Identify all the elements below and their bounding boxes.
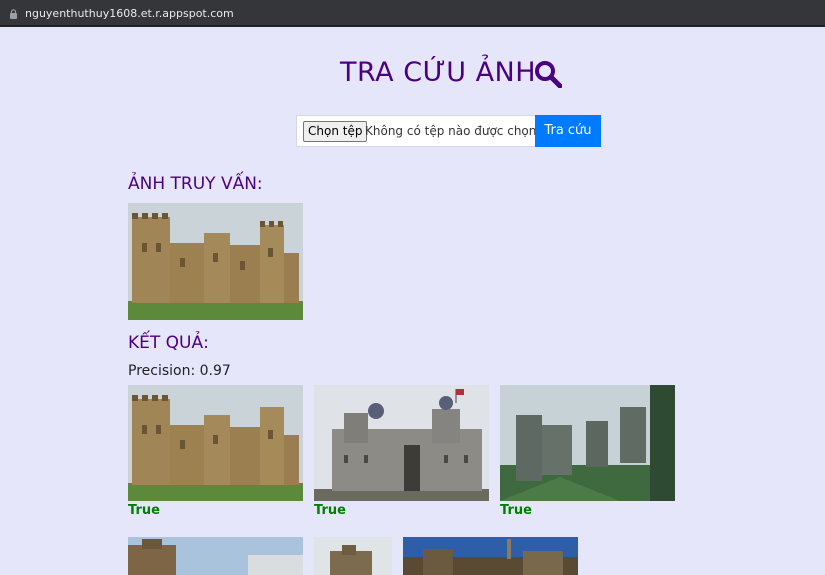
query-heading: ẢNH TRUY VẤN: (128, 174, 263, 194)
page-title: TRA CỨU ẢNH (340, 57, 537, 88)
lock-icon (10, 9, 17, 19)
result-label: True (314, 503, 346, 518)
search-icon (535, 61, 562, 88)
query-image (128, 203, 303, 320)
search-button[interactable]: Tra cứu (535, 115, 601, 147)
result-image (403, 537, 578, 575)
url-text[interactable]: nguyenthuthuy1608.et.r.appspot.com (25, 7, 234, 20)
result-image (314, 385, 489, 501)
result-label: True (500, 503, 532, 518)
no-file-label: Không có tệp nào được chọn (365, 124, 537, 138)
choose-file-button[interactable]: Chọn tệp (303, 121, 368, 142)
precision-text: Precision: 0.97 (128, 363, 231, 379)
result-label: True (128, 503, 160, 518)
address-bar[interactable]: nguyenthuthuy1608.et.r.appspot.com (0, 0, 825, 27)
result-image (500, 385, 675, 501)
results-heading: KẾT QUẢ: (128, 333, 209, 353)
result-image (128, 537, 303, 575)
result-image (128, 385, 303, 501)
file-input[interactable]: Chọn tệp Không có tệp nào được chọn (296, 115, 536, 147)
result-image (314, 537, 392, 575)
